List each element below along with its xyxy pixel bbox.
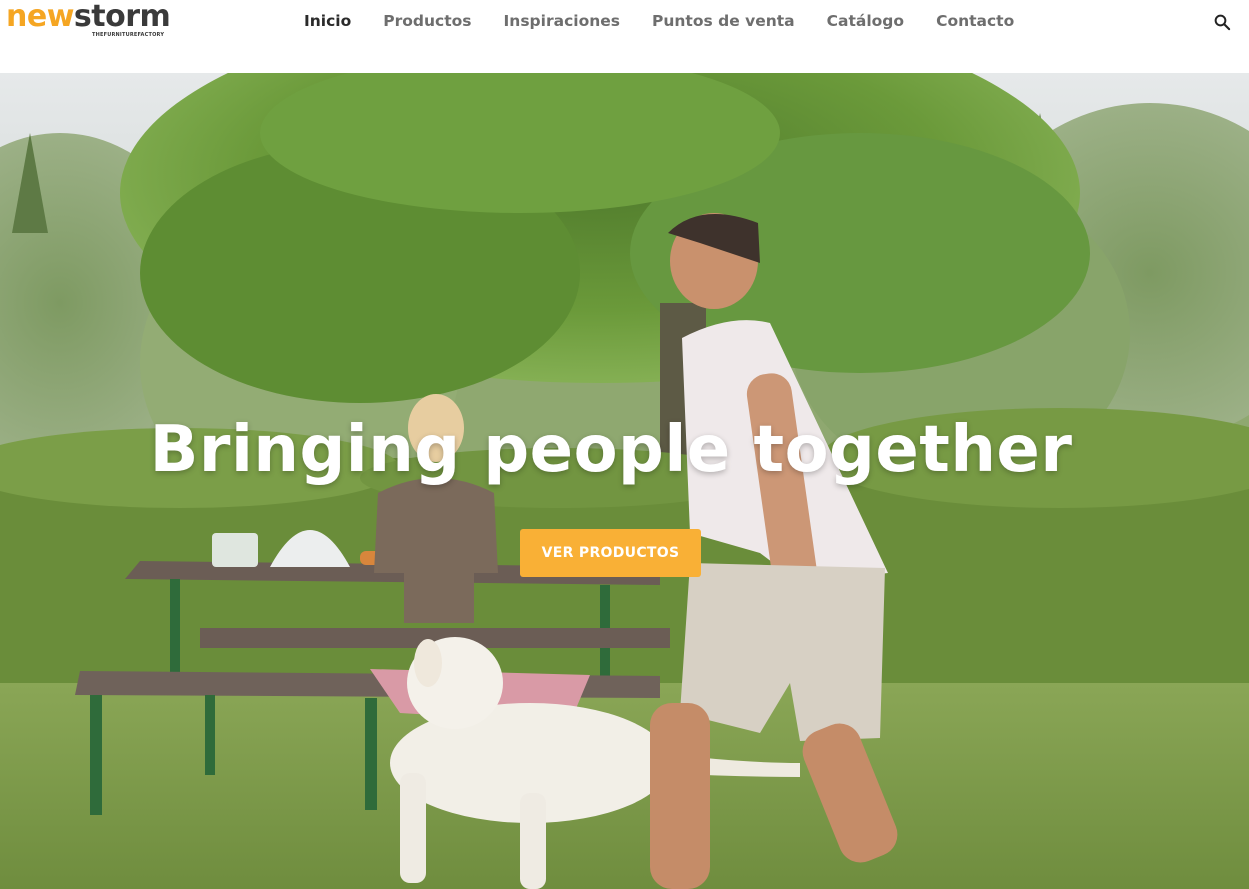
nav-item-inicio[interactable]: Inicio <box>288 8 367 34</box>
search-button[interactable] <box>1210 10 1234 34</box>
brand-logo[interactable]: newstorm THEFURNITUREFACTORY <box>6 0 206 44</box>
nav-item-puntos-de-venta[interactable]: Puntos de venta <box>636 8 811 34</box>
nav-item-catalogo[interactable]: Catálogo <box>811 8 920 34</box>
search-icon <box>1214 14 1231 31</box>
hero-title: Bringing people together <box>149 413 1073 487</box>
hero-banner: Bringing people together VER PRODUCTOS <box>0 73 1249 889</box>
main-nav: Inicio Productos Inspiraciones Puntos de… <box>288 8 1030 34</box>
nav-item-inspiraciones[interactable]: Inspiraciones <box>488 8 636 34</box>
nav-item-productos[interactable]: Productos <box>367 8 487 34</box>
logo-tagline: THEFURNITUREFACTORY <box>92 32 165 38</box>
nav-item-contacto[interactable]: Contacto <box>920 8 1030 34</box>
ver-productos-button[interactable]: VER PRODUCTOS <box>520 529 701 577</box>
site-header: newstorm THEFURNITUREFACTORY Inicio Prod… <box>0 0 1249 73</box>
logo-wordmark: newstorm <box>6 0 171 34</box>
